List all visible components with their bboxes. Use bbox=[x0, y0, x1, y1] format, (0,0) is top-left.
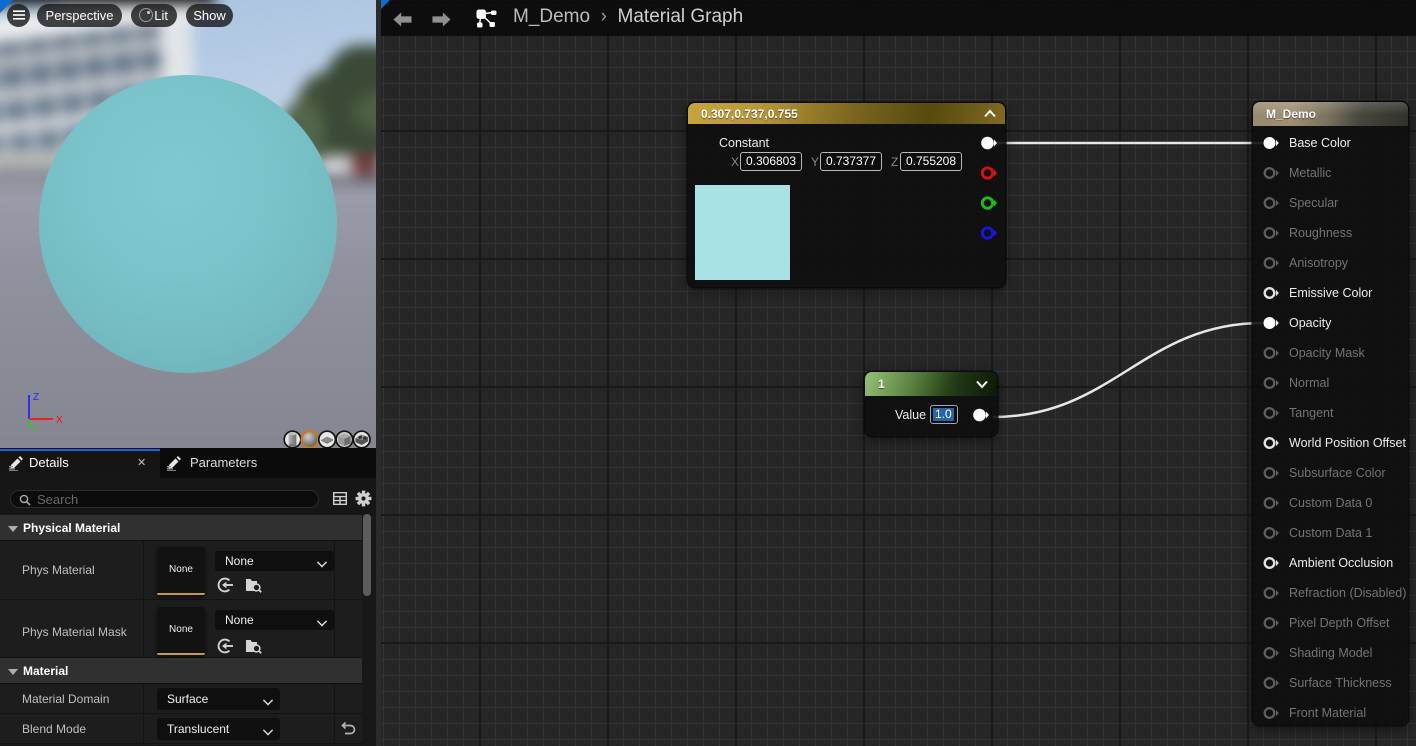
svg-text:Y: Y bbox=[32, 425, 39, 436]
svg-text:X: X bbox=[56, 415, 63, 426]
svg-text:Z: Z bbox=[33, 392, 39, 403]
